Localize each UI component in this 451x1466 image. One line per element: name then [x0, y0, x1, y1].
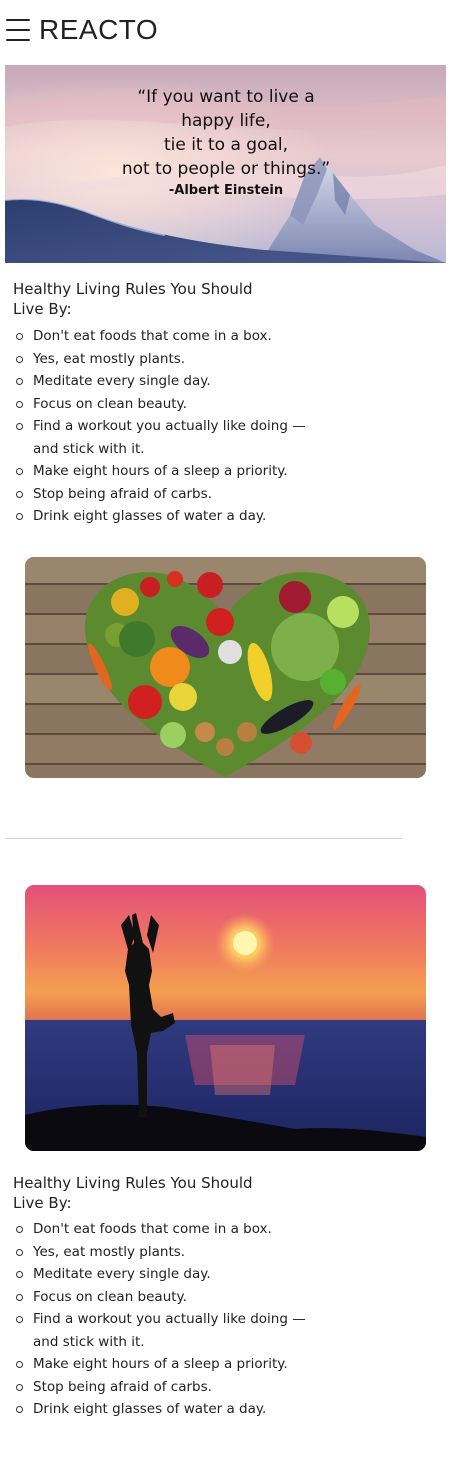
rules-list: Don't eat foods that come in a box. Yes,…: [13, 325, 323, 528]
hero-banner: “If you want to live a happy life, tie i…: [5, 65, 446, 263]
yoga-sunset-photo: [25, 885, 426, 1151]
list-item: Stop being afraid of carbs.: [16, 483, 323, 506]
hero-quote: “If you want to live a happy life, tie i…: [5, 85, 446, 198]
section-title: Healthy Living Rules You Should Live By:: [13, 280, 253, 318]
vegetable-heart-photo: [25, 557, 426, 778]
list-item: Make eight hours of a sleep a priority.: [16, 1353, 323, 1376]
list-item: Meditate every single day.: [16, 370, 323, 393]
list-item: Meditate every single day.: [16, 1263, 323, 1286]
quote-author: -Albert Einstein: [168, 183, 284, 198]
list-item: Focus on clean beauty.: [16, 393, 323, 416]
list-item: Don't eat foods that come in a box.: [16, 1218, 323, 1241]
navbar: REACTO: [6, 10, 158, 50]
list-item: Focus on clean beauty.: [16, 1286, 323, 1309]
list-item: Yes, eat mostly plants.: [16, 1241, 323, 1264]
list-item: Find a workout you actually like doing —…: [16, 415, 323, 460]
list-item: Find a workout you actually like doing —…: [16, 1308, 323, 1353]
section-divider: [5, 838, 402, 839]
hamburger-menu-icon[interactable]: [6, 19, 30, 41]
section-title: Healthy Living Rules You Should Live By:: [13, 1174, 253, 1212]
list-item: Drink eight glasses of water a day.: [16, 505, 323, 528]
list-item: Yes, eat mostly plants.: [16, 348, 323, 371]
list-item: Make eight hours of a sleep a priority.: [16, 460, 323, 483]
rules-list: Don't eat foods that come in a box. Yes,…: [13, 1218, 323, 1421]
list-item: Don't eat foods that come in a box.: [16, 325, 323, 348]
list-item: Drink eight glasses of water a day.: [16, 1398, 323, 1421]
list-item: Stop being afraid of carbs.: [16, 1376, 323, 1399]
brand-logo[interactable]: REACTO: [39, 14, 158, 46]
quote-text: “If you want to live a happy life, tie i…: [121, 87, 331, 179]
